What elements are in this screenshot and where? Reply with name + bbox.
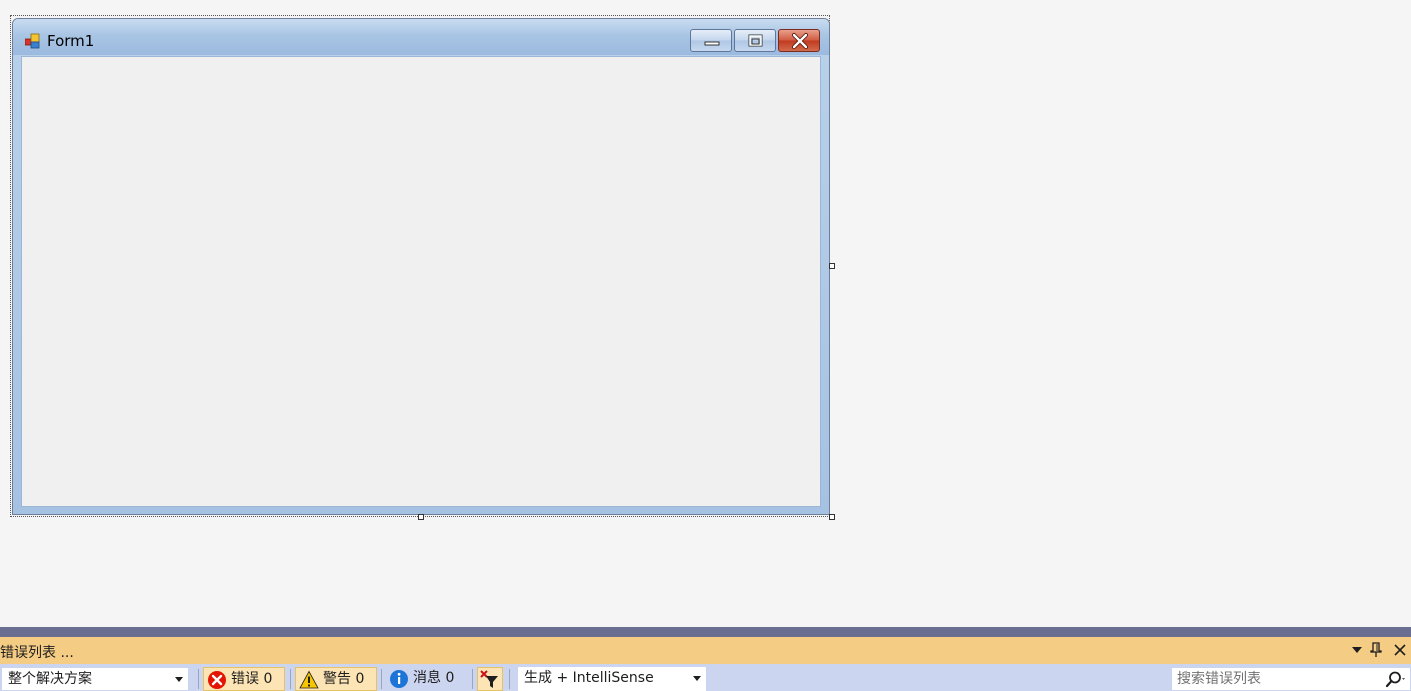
resize-grip-bottom-right[interactable] [829, 514, 835, 520]
info-icon [390, 670, 408, 688]
clear-filter-button[interactable] [477, 667, 503, 691]
build-filter-dropdown[interactable]: 生成 + IntelliSense [518, 667, 706, 691]
search-icon[interactable] [1384, 671, 1406, 689]
build-filter-value: 生成 + IntelliSense [524, 670, 654, 686]
close-panel-icon[interactable] [1393, 643, 1407, 657]
toolbar-separator [198, 669, 199, 689]
close-button[interactable] [778, 29, 820, 52]
errors-count-label: 错误 0 [231, 671, 273, 687]
messages-filter-button[interactable]: 消息 0 [386, 667, 468, 691]
warnings-count-label: 警告 0 [323, 671, 365, 687]
pin-icon[interactable] [1370, 642, 1382, 658]
resize-grip-bottom[interactable] [418, 514, 424, 520]
form-title: Form1 [47, 32, 95, 50]
search-input[interactable] [1177, 670, 1377, 688]
toolbar-separator [509, 669, 510, 689]
warnings-filter-button[interactable]: 警告 0 [295, 667, 377, 691]
minimize-button[interactable] [690, 29, 732, 52]
toolbar-separator [472, 669, 473, 689]
toolbar-separator [290, 669, 291, 689]
error-list-title: 错误列表 ... [0, 645, 74, 661]
error-list-search[interactable] [1171, 667, 1411, 691]
errors-filter-button[interactable]: 错误 0 [203, 667, 285, 691]
scope-dropdown[interactable]: 整个解决方案 [1, 667, 189, 691]
clear-filter-icon [480, 670, 498, 688]
maximize-icon [748, 34, 763, 47]
error-icon [208, 671, 226, 689]
form-title-bar[interactable]: Form1 [13, 19, 829, 55]
resize-grip-right[interactable] [829, 263, 835, 269]
panel-title-actions [1351, 637, 1411, 664]
chevron-down-icon [175, 677, 183, 682]
form-designer-window[interactable]: Form1 [12, 18, 830, 515]
toolbar-separator [381, 669, 382, 689]
minimize-icon [704, 41, 720, 46]
warning-icon [299, 670, 319, 689]
maximize-button[interactable] [734, 29, 776, 52]
window-position-dropdown-icon[interactable] [1351, 646, 1363, 654]
error-list-title-bar[interactable]: 错误列表 ... [0, 637, 1411, 664]
panel-splitter[interactable] [0, 627, 1411, 637]
winform-app-icon [25, 33, 40, 49]
close-icon [792, 33, 808, 49]
error-list-toolbar: 整个解决方案 错误 0 警告 0 消息 0 生成 + IntelliSense … [0, 664, 1411, 691]
messages-count-label: 消息 0 [413, 670, 455, 686]
scope-dropdown-value: 整个解决方案 [8, 671, 92, 687]
form-client-area[interactable] [21, 56, 821, 507]
chevron-down-icon [693, 676, 701, 681]
